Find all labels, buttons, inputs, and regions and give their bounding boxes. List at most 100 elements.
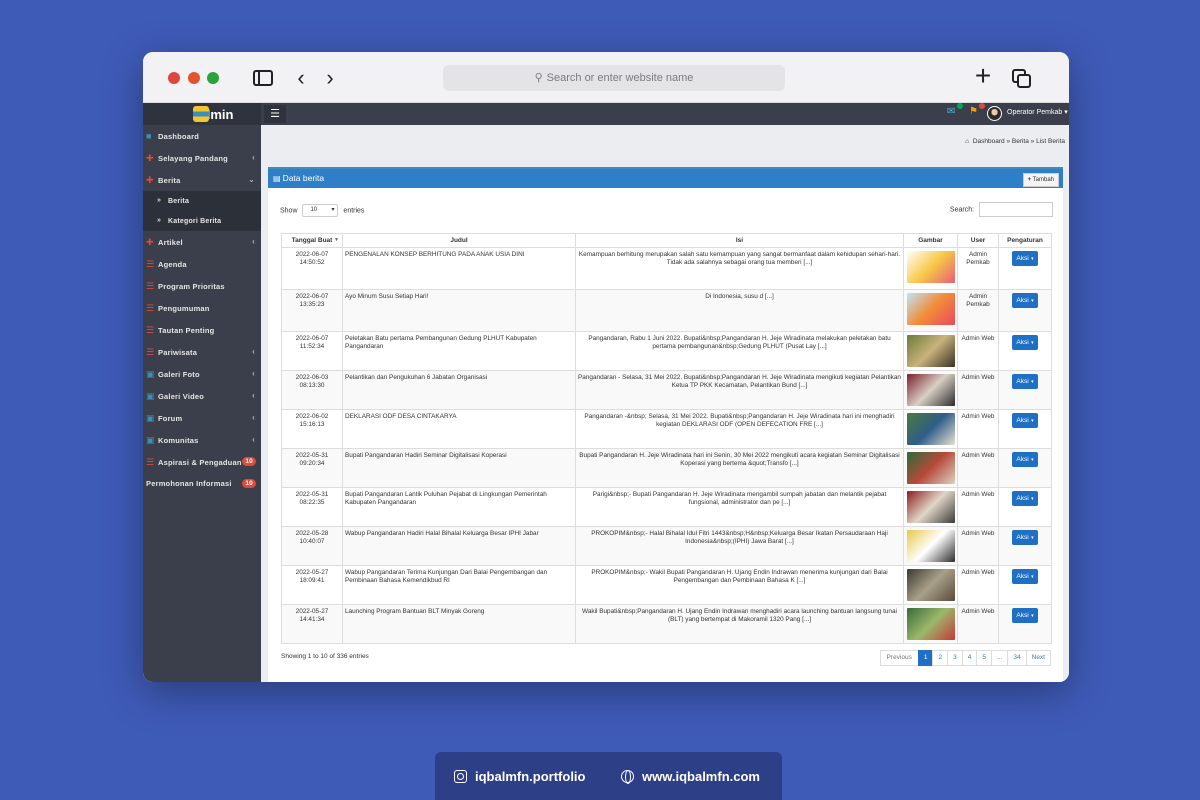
sidebar-toggle-icon[interactable]	[251, 66, 275, 90]
row-user: Admin Web	[961, 530, 995, 537]
sidebar-item-aspirasi-pengaduan[interactable]: ☰ Aspirasi & Pengaduan 10	[143, 451, 261, 473]
sidebar-item-galeri-foto[interactable]: ▣ Galeri Foto ‹	[143, 363, 261, 385]
sidebar-item-dashboard[interactable]: ■ Dashboard	[143, 125, 261, 147]
aksi-dropdown-button[interactable]: Aksi ▾	[1012, 293, 1038, 308]
aksi-dropdown-button[interactable]: Aksi ▾	[1012, 251, 1038, 266]
website-url: www.iqbalmfn.com	[642, 769, 760, 784]
cell-action: Aksi ▾	[998, 565, 1052, 605]
berita-table: Tanggal Buat ▼ Judul Isi Gambar User Peng…	[281, 233, 1052, 644]
aksi-dropdown-button[interactable]: Aksi ▾	[1012, 530, 1038, 545]
maximize-window-button[interactable]	[207, 72, 219, 84]
aksi-dropdown-button[interactable]: Aksi ▾	[1012, 413, 1038, 428]
aksi-dropdown-button[interactable]: Aksi ▾	[1012, 608, 1038, 623]
aksi-dropdown-button[interactable]: Aksi ▾	[1012, 452, 1038, 467]
count-badge: 10	[242, 479, 256, 488]
breadcrumb-dashboard[interactable]: Dashboard	[973, 138, 1005, 145]
new-tab-icon[interactable]: +	[971, 62, 995, 90]
sidebar-item-berita[interactable]: ✚ Berita ⌄	[143, 169, 261, 191]
user-menu[interactable]: Operator Pemkab ▾	[1007, 108, 1068, 116]
cell-date: 2022-05-27 18:09:41	[281, 565, 343, 605]
sidebar-item-komunitas[interactable]: ▣ Komunitas ‹	[143, 429, 261, 451]
search-input[interactable]	[979, 202, 1053, 217]
table-row: 2022-06-03 08:13:30 Pelantikan dan Penguku…	[281, 370, 1052, 410]
sidebar-item-agenda[interactable]: ☰ Agenda	[143, 253, 261, 275]
breadcrumb-berita[interactable]: Berita	[1012, 138, 1029, 145]
sidebar-item-forum[interactable]: ▣ Forum ‹	[143, 407, 261, 429]
document-icon: ▤	[273, 174, 281, 183]
table-row: 2022-05-27 14:41:34 Launching Program Bant…	[281, 604, 1052, 644]
pagination-page[interactable]: 4	[961, 650, 978, 666]
sidebar-item-label: Selayang Pandang	[158, 153, 228, 163]
cell-judul: Pelantikan dan Pengukuhan 6 Jabatan Orga…	[342, 370, 576, 410]
pagination-next[interactable]: Next	[1025, 650, 1051, 666]
list-icon: ☰	[146, 281, 155, 291]
mail-icon[interactable]: ✉	[947, 103, 963, 120]
website-link[interactable]: www.iqbalmfn.com	[621, 769, 760, 784]
back-icon[interactable]: ‹	[289, 66, 313, 90]
sidebar-subitem-kategori-berita[interactable]: » Kategori Berita	[143, 211, 261, 231]
brand[interactable]: Admin	[143, 103, 261, 125]
column-header-gambar[interactable]: Gambar	[903, 233, 958, 248]
close-window-button[interactable]	[168, 72, 180, 84]
cell-judul: Peletakan Batu pertama Pembangunan Gedun…	[342, 331, 576, 371]
cell-isi: PROKOPIM&nbsp;- Wakil Bupati Pangandaran…	[575, 565, 904, 605]
menu-toggle-icon[interactable]: ☰	[264, 105, 286, 123]
list-icon: ☰	[146, 347, 155, 357]
tab-overview-icon[interactable]	[1009, 66, 1033, 90]
aksi-dropdown-button[interactable]: Aksi ▾	[1012, 569, 1038, 584]
column-header-isi[interactable]: Isi	[575, 233, 904, 248]
sidebar-item-permohonan-informasi[interactable]: Permohonan Informasi 10	[143, 473, 261, 507]
cell-user: Admin Web	[957, 331, 999, 371]
sidebar-item-selayang-pandang[interactable]: ✚ Selayang Pandang ‹	[143, 147, 261, 169]
chevron-left-icon: ‹	[252, 435, 255, 444]
pagination-ellipsis: ...	[990, 650, 1009, 666]
column-header-pengaturan[interactable]: Pengaturan	[998, 233, 1052, 248]
aksi-dropdown-button[interactable]: Aksi ▾	[1012, 374, 1038, 389]
column-header-user[interactable]: User	[957, 233, 999, 248]
row-isi: Kemampuan berhitung merupakan salah satu…	[578, 251, 901, 266]
column-header-tanggal[interactable]: Tanggal Buat ▼	[281, 233, 343, 248]
sidebar-item-pengumuman[interactable]: ☰ Pengumuman	[143, 297, 261, 319]
row-judul: Peletakan Batu pertama Pembangunan Gedun…	[345, 335, 537, 350]
search-icon: ⚲	[534, 72, 543, 84]
minimize-window-button[interactable]	[188, 72, 200, 84]
pagination-previous[interactable]: Previous	[879, 650, 919, 666]
row-judul: Bupati Pangandaran Lantik Puluhan Pejaba…	[345, 491, 547, 506]
aksi-label: Aksi	[1016, 456, 1029, 463]
pagination-page[interactable]: 34	[1007, 650, 1027, 666]
pagination-page[interactable]: 5	[976, 650, 992, 666]
instagram-link[interactable]: iqbalmfn.portfolio	[454, 769, 585, 784]
avatar[interactable]	[987, 106, 1002, 121]
entries-label: entries	[343, 207, 365, 215]
pagination-page[interactable]: 2	[932, 650, 949, 666]
cell-gambar	[903, 247, 958, 290]
add-berita-button[interactable]: + Tambah	[1022, 173, 1059, 187]
aksi-dropdown-button[interactable]: Aksi ▾	[1012, 335, 1038, 350]
sidebar-item-tautan-penting[interactable]: ☰ Tautan Penting	[143, 319, 261, 341]
table-row: 2022-06-02 15:16:13 DEKLARASI ODF DESA CIN…	[281, 409, 1052, 449]
bell-icon[interactable]: ⚑	[969, 103, 985, 120]
sidebar-item-program-prioritas[interactable]: ☰ Program Prioritas	[143, 275, 261, 297]
aksi-dropdown-button[interactable]: Aksi ▾	[1012, 491, 1038, 506]
entries-select[interactable]: 10 ▾	[302, 204, 339, 217]
row-isi: Pangandaran -&nbsp; Selasa, 31 Mei 2022.…	[584, 413, 895, 428]
row-isi: PROKOPIM&nbsp;- Wakil Bupati Pangandaran…	[591, 569, 888, 584]
row-time: 09:20:34	[299, 460, 325, 467]
cell-judul: Bupati Pangandaran Lantik Puluhan Pejaba…	[342, 487, 576, 527]
table-row: 2022-06-07 11:52:34 Peletakan Batu pertama…	[281, 331, 1052, 371]
table-row: 2022-06-07 13:35:23 Ayo Minum Susu Setiap …	[281, 289, 1052, 332]
sidebar-subitem-berita[interactable]: » Berita	[143, 191, 261, 211]
pagination-page[interactable]: 1	[917, 650, 934, 666]
chevron-left-icon: ‹	[252, 153, 255, 162]
address-bar[interactable]: ⚲ Search or enter website name	[443, 65, 785, 91]
sidebar-item-artikel[interactable]: ✚ Artikel ‹	[143, 231, 261, 253]
pagination-page[interactable]: 3	[947, 650, 963, 666]
count-badge: 10	[242, 457, 256, 466]
column-header-judul[interactable]: Judul	[342, 233, 576, 248]
sidebar-item-galeri-video[interactable]: ▣ Galeri Video ‹	[143, 385, 261, 407]
cell-date: 2022-05-28 10:40:07	[281, 526, 343, 566]
forward-icon[interactable]: ›	[318, 66, 342, 90]
row-date: 2022-05-27	[295, 569, 329, 576]
row-user: Admin Web	[961, 608, 995, 615]
sidebar-item-pariwisata[interactable]: ☰ Pariwisata ‹	[143, 341, 261, 363]
